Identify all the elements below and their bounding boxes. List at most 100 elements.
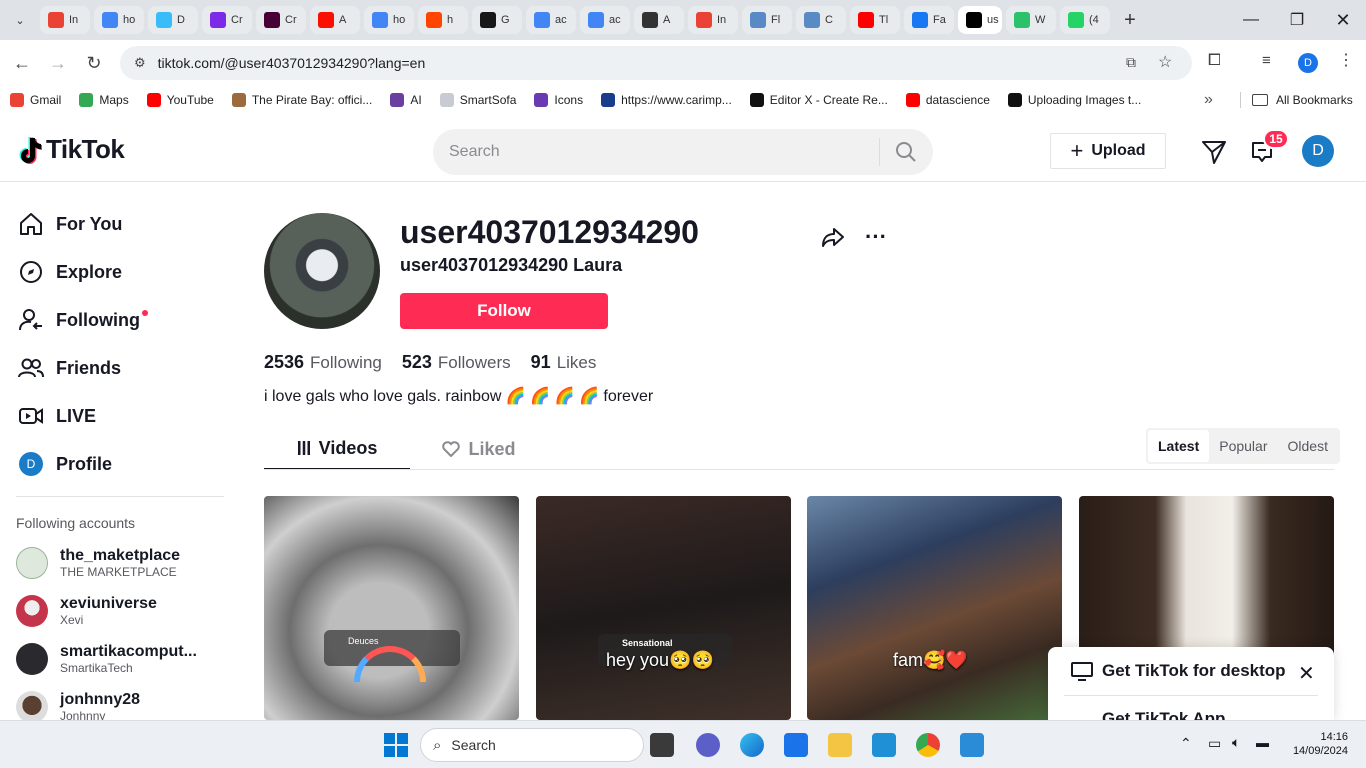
new-tab-button[interactable]: +	[1116, 6, 1144, 34]
bookmark-item[interactable]: Gmail	[10, 93, 61, 107]
browser-tab[interactable]: W	[1006, 6, 1056, 34]
get-mobile-app-link[interactable]: Get TikTok App	[1102, 709, 1225, 720]
browser-tab[interactable]: G	[472, 6, 522, 34]
extensions-icon[interactable]: ⧠	[1208, 52, 1221, 70]
battery-icon[interactable]: ▬	[1256, 735, 1269, 750]
address-bar[interactable]: ⚙ tiktok.com/@user4037012934290?lang=en …	[120, 46, 1192, 80]
nav-profile[interactable]: D Profile	[18, 444, 112, 484]
taskbar-search[interactable]: ⌕ Search	[420, 728, 644, 762]
browser-tab[interactable]: ac	[580, 6, 630, 34]
tab-search-chevron-icon[interactable]: ⌄	[0, 0, 40, 40]
browser-tab[interactable]: In	[40, 6, 90, 34]
following-account[interactable]: jonhnny28 Jonhnny	[16, 687, 140, 720]
file-explorer-icon[interactable]	[828, 733, 852, 757]
tiktok-logo[interactable]: TikTok	[16, 134, 125, 165]
nav-live[interactable]: LIVE	[18, 396, 96, 436]
url-text[interactable]: tiktok.com/@user4037012934290?lang=en	[158, 55, 426, 71]
taskbar-clock[interactable]: 14:16 14/09/2024	[1286, 730, 1348, 758]
followers-stat[interactable]: 523 Followers	[402, 352, 511, 373]
install-app-icon[interactable]: ⧉	[1126, 54, 1136, 71]
bookmark-item[interactable]: https://www.carimp...	[601, 93, 732, 107]
maximize-button[interactable]: ❐	[1274, 0, 1320, 40]
browser-tab[interactable]: Cr	[256, 6, 306, 34]
close-window-button[interactable]: ✕	[1320, 0, 1366, 40]
browser-tab[interactable]: D	[148, 6, 198, 34]
bookmark-item[interactable]: SmartSofa	[439, 93, 516, 107]
browser-tab[interactable]: A	[634, 6, 684, 34]
bookmarks-overflow-button[interactable]: »	[1204, 91, 1213, 109]
all-bookmarks-button[interactable]: All Bookmarks	[1252, 93, 1353, 107]
follow-button[interactable]: Follow	[400, 293, 608, 329]
windows-start-icon[interactable]	[384, 733, 408, 757]
more-options-icon[interactable]: ···	[862, 224, 890, 250]
bookmark-item[interactable]: Uploading Images t...	[1007, 93, 1141, 107]
volume-icon[interactable]: 🔈︎	[1232, 734, 1240, 751]
store-icon[interactable]	[784, 733, 808, 757]
forward-button[interactable]: →	[40, 45, 76, 81]
bookmark-item[interactable]: The Pirate Bay: offici...	[231, 93, 372, 107]
user-avatar[interactable]: D	[1302, 135, 1334, 167]
chrome-icon[interactable]	[916, 733, 940, 757]
bookmark-item[interactable]: AI	[390, 93, 422, 107]
close-icon[interactable]: ✕	[1298, 661, 1315, 686]
browser-tab[interactable]: A	[310, 6, 360, 34]
bookmark-item[interactable]: YouTube	[146, 93, 214, 107]
nav-following[interactable]: Following	[18, 300, 148, 340]
video-thumbnail[interactable]: Sensational hey you🥺🥺	[536, 496, 791, 720]
following-account[interactable]: the_maketplace THE MARKETPLACE	[16, 543, 180, 583]
network-icon[interactable]: ▭	[1208, 735, 1221, 752]
nav-explore[interactable]: Explore	[18, 252, 122, 292]
search-input[interactable]	[433, 143, 879, 161]
nav-for-you[interactable]: For You	[18, 204, 122, 244]
task-view-icon[interactable]	[650, 733, 674, 757]
back-button[interactable]: ←	[4, 45, 40, 81]
edge-icon[interactable]	[740, 733, 764, 757]
messages-icon[interactable]	[1201, 139, 1227, 165]
bookmark-item[interactable]: Editor X - Create Re...	[749, 93, 888, 107]
media-control-icon[interactable]: ≡	[1262, 52, 1271, 69]
browser-tab[interactable]: Cr	[202, 6, 252, 34]
sort-oldest[interactable]: Oldest	[1278, 430, 1338, 462]
vscode-icon[interactable]	[872, 733, 896, 757]
tab-liked[interactable]: Liked	[414, 428, 544, 470]
get-desktop-app-link[interactable]: Get TikTok for desktop	[1102, 661, 1286, 681]
browser-profile-avatar[interactable]: D	[1298, 53, 1318, 73]
sort-latest[interactable]: Latest	[1148, 430, 1210, 462]
bookmark-item[interactable]: Icons	[534, 93, 583, 107]
chat-icon[interactable]	[696, 733, 720, 757]
browser-tab[interactable]: us✕	[958, 6, 1002, 34]
nav-friends[interactable]: Friends	[18, 348, 121, 388]
browser-tab[interactable]: Fl	[742, 6, 792, 34]
tab-videos[interactable]: Videos	[264, 428, 410, 470]
browser-menu-icon[interactable]: ⋮	[1338, 50, 1354, 70]
minimize-button[interactable]: —	[1228, 0, 1274, 40]
video-thumbnail[interactable]: fam🥰❤️	[807, 496, 1062, 720]
following-account[interactable]: smartikacomput... SmartikaTech	[16, 639, 197, 679]
browser-tab[interactable]: ho	[94, 6, 144, 34]
browser-tab[interactable]: Fa	[904, 6, 954, 34]
sort-popular[interactable]: Popular	[1209, 430, 1277, 462]
share-icon[interactable]	[820, 224, 846, 250]
browser-tab[interactable]: In	[688, 6, 738, 34]
bookmark-star-icon[interactable]: ☆	[1158, 52, 1172, 72]
browser-tab[interactable]: Tl	[850, 6, 900, 34]
video-thumbnail[interactable]: Deuces	[264, 496, 519, 720]
following-account[interactable]: xeviuniverse Xevi	[16, 591, 157, 631]
bookmark-item[interactable]: datascience	[905, 93, 990, 107]
browser-tab[interactable]: h	[418, 6, 468, 34]
browser-tab[interactable]: C	[796, 6, 846, 34]
bookmark-favicon-icon	[79, 93, 94, 107]
browser-tab[interactable]: ac	[526, 6, 576, 34]
search-icon[interactable]	[894, 140, 918, 164]
profile-avatar[interactable]	[264, 213, 380, 329]
photos-icon[interactable]	[960, 733, 984, 757]
site-settings-icon[interactable]: ⚙	[134, 55, 146, 71]
show-hidden-icons[interactable]: ⌃	[1180, 735, 1192, 752]
reload-button[interactable]: ↻	[76, 45, 112, 81]
browser-tab[interactable]: (4	[1060, 6, 1110, 34]
adobe-icon	[318, 12, 334, 28]
bookmark-item[interactable]: Maps	[79, 93, 129, 107]
browser-tab[interactable]: ho	[364, 6, 414, 34]
upload-button[interactable]: + Upload	[1050, 133, 1166, 169]
following-stat[interactable]: 2536 Following	[264, 352, 382, 373]
